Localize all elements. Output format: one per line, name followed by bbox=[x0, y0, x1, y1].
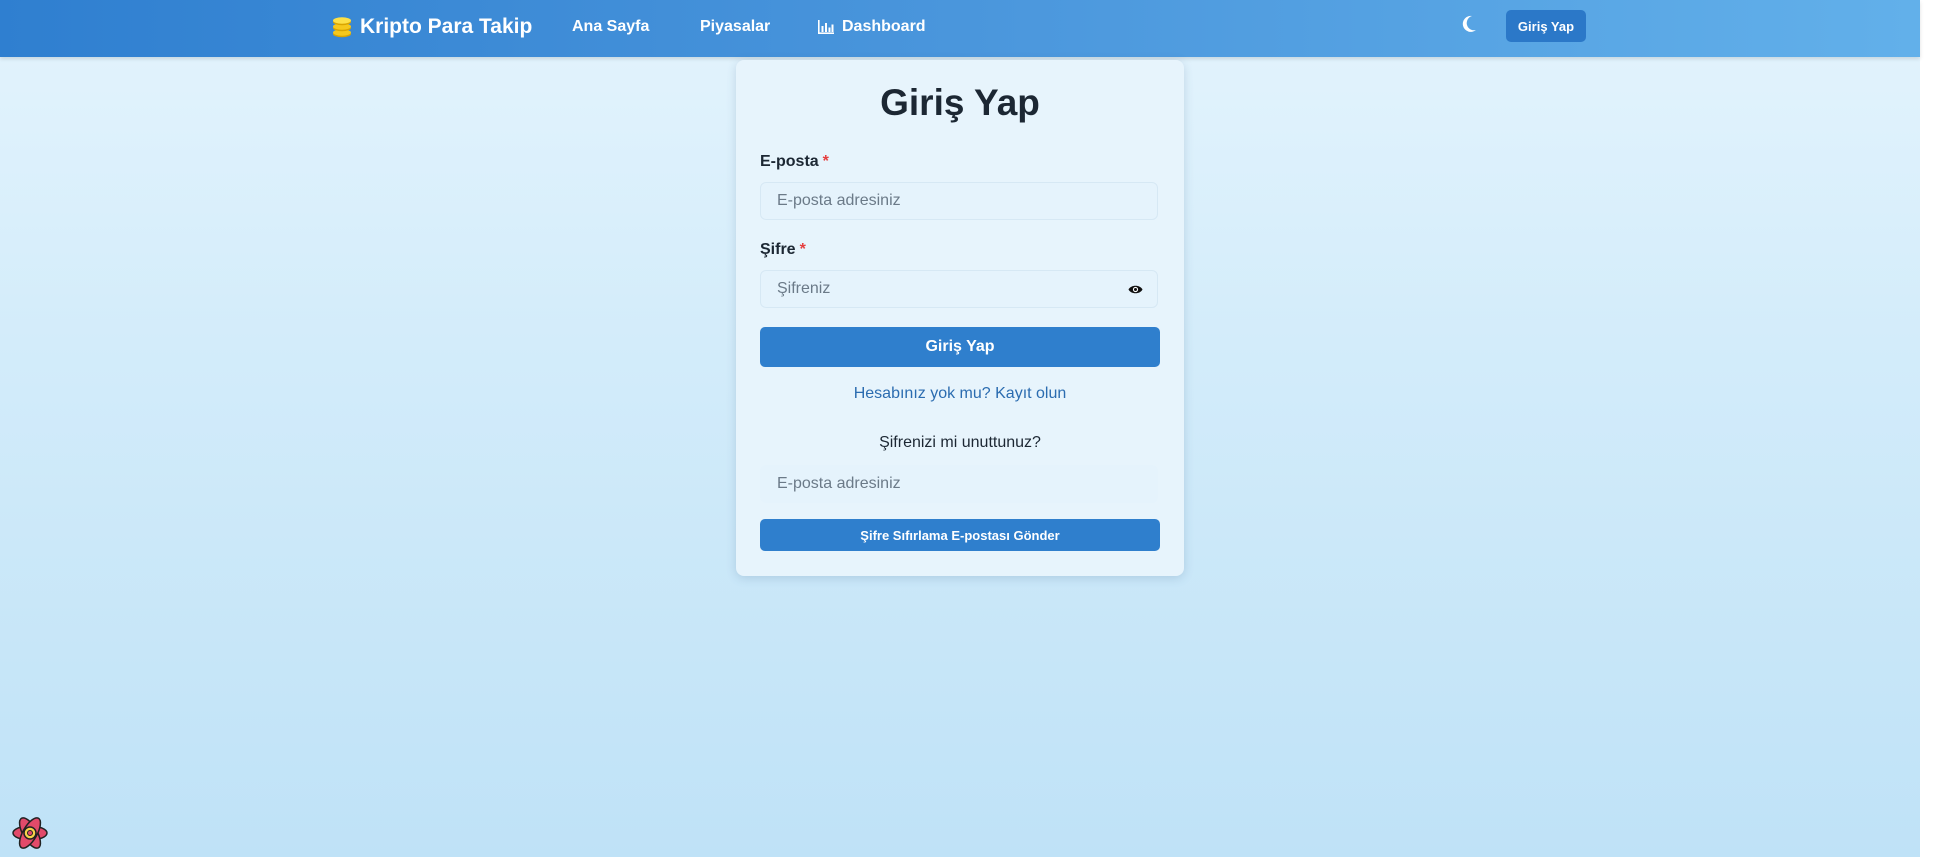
moon-icon bbox=[1461, 15, 1477, 38]
nav-link-markets[interactable]: Piyasalar bbox=[700, 16, 770, 38]
email-field[interactable] bbox=[760, 182, 1158, 220]
nav-login-label: Giriş Yap bbox=[1517, 18, 1575, 34]
register-link[interactable]: Hesabınız yok mu? Kayıt olun bbox=[736, 385, 1184, 403]
reset-email-field[interactable] bbox=[760, 465, 1158, 503]
brand-link[interactable]: Kripto Para Takip bbox=[332, 12, 532, 42]
theme-toggle-button[interactable] bbox=[1458, 15, 1480, 37]
nav-link-home-label: Ana Sayfa bbox=[572, 18, 650, 35]
scrollbar-gutter bbox=[1920, 0, 1954, 857]
password-label-text: Şifre bbox=[760, 241, 796, 258]
brand-name: Kripto Para Takip bbox=[360, 15, 533, 38]
eye-icon[interactable] bbox=[1127, 281, 1143, 297]
login-submit-button[interactable]: Giriş Yap bbox=[760, 327, 1160, 367]
login-card: Giriş Yap E-posta* Şifre* Giriş Yap Hesa… bbox=[736, 60, 1184, 576]
login-submit-label: Giriş Yap bbox=[925, 338, 995, 355]
required-mark: * bbox=[799, 241, 806, 258]
nav-link-markets-label: Piyasalar bbox=[700, 18, 771, 35]
email-label: E-posta * bbox=[760, 153, 829, 171]
bar-chart-icon bbox=[818, 20, 834, 34]
password-label: Şifre * bbox=[760, 241, 806, 259]
nav-link-dashboard-label: Dashboard bbox=[842, 18, 926, 35]
coins-icon bbox=[332, 16, 352, 38]
nav-link-home[interactable]: Ana Sayfa bbox=[572, 16, 649, 38]
required-mark: * bbox=[822, 153, 829, 170]
email-label-text: E-posta bbox=[760, 153, 819, 170]
page-title: Giriş Yap bbox=[880, 82, 1040, 123]
nav-login-button[interactable]: Giriş Yap bbox=[1506, 10, 1586, 42]
send-reset-email-label: Şifre Sıfırlama E-postası Gönder bbox=[860, 527, 1060, 543]
navbar: Kripto Para Takip Ana Sayfa Piyasalar Da… bbox=[0, 0, 1920, 57]
password-field[interactable] bbox=[760, 270, 1158, 308]
forgot-password-prompt: Şifrenizi mi unuttunuz? bbox=[879, 434, 1041, 451]
send-reset-email-button[interactable]: Şifre Sıfırlama E-postası Gönder bbox=[760, 519, 1160, 551]
react-devtools-icon[interactable] bbox=[10, 814, 50, 852]
nav-link-dashboard[interactable]: Dashboard bbox=[818, 16, 926, 38]
